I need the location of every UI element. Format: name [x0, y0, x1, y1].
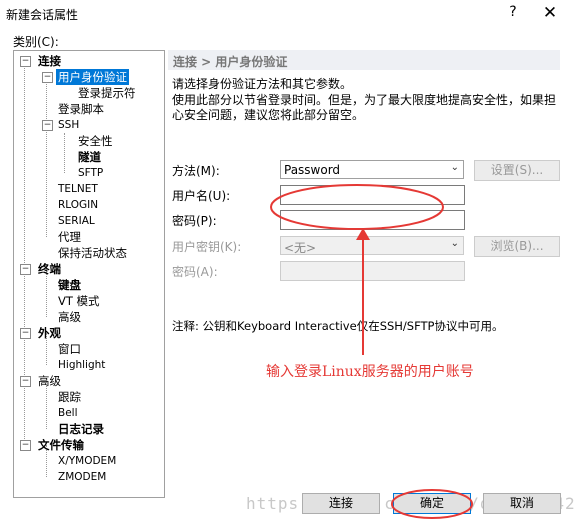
method-select[interactable]: Password ⌄: [280, 160, 464, 179]
collapse-file-transfer-icon[interactable]: −: [20, 440, 31, 451]
chevron-down-icon: ⌄: [450, 162, 459, 173]
tree-item-keyboard[interactable]: 键盘: [58, 277, 81, 293]
annotation-text: 输入登录Linux服务器的用户账号: [266, 364, 474, 380]
category-label: 类别(C):: [13, 35, 59, 49]
chevron-down-icon: ⌄: [450, 238, 459, 249]
tree-item-advanced[interactable]: 高级: [38, 373, 61, 389]
connect-button[interactable]: 连接: [302, 493, 380, 514]
cancel-button[interactable]: 取消: [483, 493, 561, 514]
tree-item-proxy[interactable]: 代理: [58, 229, 81, 245]
collapse-advanced-icon[interactable]: −: [20, 376, 31, 387]
collapse-ssh-icon[interactable]: −: [42, 120, 53, 131]
tree-item-keepalive[interactable]: 保持活动状态: [58, 245, 127, 261]
tree-item-trace[interactable]: 跟踪: [58, 389, 81, 405]
tree-item-appearance[interactable]: 外观: [38, 325, 61, 341]
userkey-select[interactable]: <无> ⌄: [280, 236, 464, 255]
tree-item-rlogin[interactable]: RLOGIN: [58, 197, 98, 213]
collapse-auth-icon[interactable]: −: [42, 72, 53, 83]
tree-item-serial[interactable]: SERIAL: [58, 213, 95, 229]
tree-item-log[interactable]: 日志记录: [58, 421, 104, 437]
password-label: 密码(P):: [172, 214, 217, 228]
tree-item-file-transfer[interactable]: 文件传输: [38, 437, 84, 453]
passphrase-input[interactable]: [280, 261, 465, 281]
close-button[interactable]: ✕: [539, 3, 561, 25]
method-select-value: Password: [284, 163, 341, 177]
tree-item-bell[interactable]: Bell: [58, 405, 78, 421]
panel-header: 连接 > 用户身份验证: [168, 50, 560, 70]
settings-button[interactable]: 设置(S)...: [474, 160, 560, 181]
passphrase-label: 密码(A):: [172, 265, 218, 279]
userkey-label: 用户密钥(K):: [172, 240, 242, 254]
username-label: 用户名(U):: [172, 189, 231, 203]
tree-item-terminal-advanced[interactable]: 高级: [58, 309, 81, 325]
panel-description-detail: 使用此部分以节省登录时间。但是，为了最大限度地提高安全性，如果担心安全问题，建议…: [172, 93, 557, 122]
collapse-terminal-icon[interactable]: −: [20, 264, 31, 275]
tree-item-sftp[interactable]: SFTP: [78, 165, 103, 181]
password-input[interactable]: [280, 210, 465, 230]
window-title: 新建会话属性: [6, 8, 79, 22]
tree-item-login-script[interactable]: 登录脚本: [58, 101, 104, 117]
tree-item-security[interactable]: 安全性: [78, 133, 113, 149]
ok-button[interactable]: 确定: [393, 493, 471, 514]
tree-item-terminal[interactable]: 终端: [38, 261, 61, 277]
tree-item-ssh[interactable]: SSH: [58, 117, 79, 133]
browse-button[interactable]: 浏览(B)...: [474, 236, 560, 257]
collapse-connection-icon[interactable]: −: [20, 56, 31, 67]
tree-item-highlight[interactable]: Highlight: [58, 357, 105, 373]
help-button[interactable]: ?: [503, 4, 523, 24]
tree-item-user-auth[interactable]: 用户身份验证: [56, 69, 129, 85]
category-tree[interactable]: − 连接 − 用户身份验证 登录提示符 登录脚本 − SSH 安全性 隧道 SF…: [13, 50, 165, 498]
tree-item-xymodem[interactable]: X/YMODEM: [58, 453, 116, 469]
tree-item-vt-mode[interactable]: VT 模式: [58, 293, 100, 309]
title-bar: 新建会话属性 ? ✕: [0, 0, 576, 28]
tree-item-window[interactable]: 窗口: [58, 341, 81, 357]
userkey-select-value: <无>: [284, 241, 317, 255]
tree-item-tunnel[interactable]: 隧道: [78, 149, 101, 165]
tree-item-telnet[interactable]: TELNET: [58, 181, 98, 197]
tree-item-connection[interactable]: 连接: [38, 53, 61, 69]
collapse-appearance-icon[interactable]: −: [20, 328, 31, 339]
note-text: 注释: 公钥和Keyboard Interactive仅在SSH/SFTP协议中…: [172, 319, 504, 333]
panel-description: 请选择身份验证方法和其它参数。: [172, 77, 353, 91]
tree-item-login-prompt[interactable]: 登录提示符: [78, 85, 136, 101]
method-label: 方法(M):: [172, 164, 220, 178]
breadcrumb: 连接 > 用户身份验证: [173, 55, 288, 69]
tree-item-zmodem[interactable]: ZMODEM: [58, 469, 106, 485]
username-input[interactable]: [280, 185, 465, 205]
